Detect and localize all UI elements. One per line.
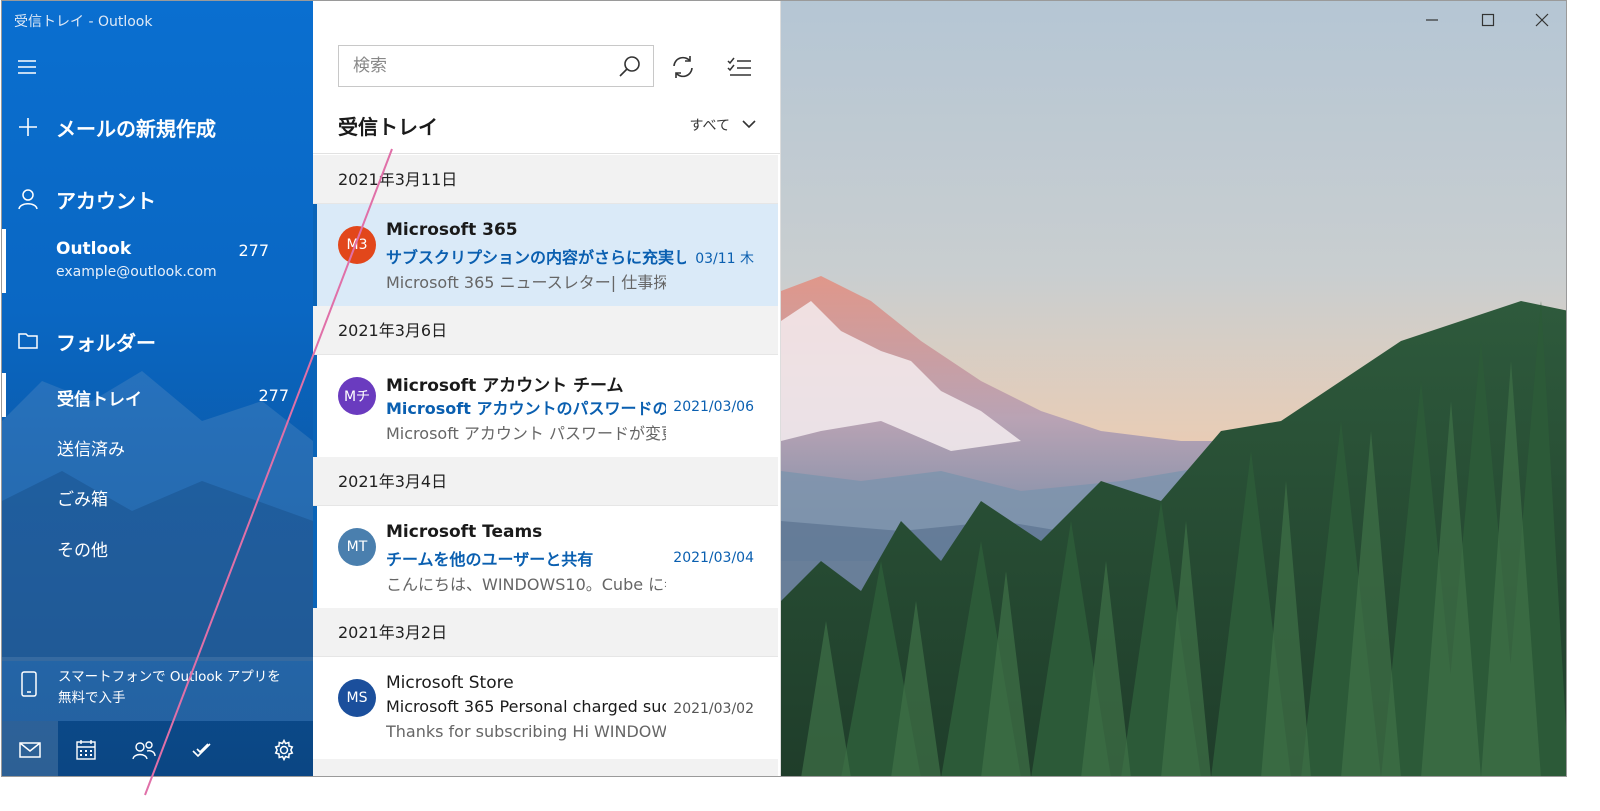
- date-group-header: 2021年3月4日: [313, 457, 778, 505]
- message-item[interactable]: Mチ Microsoft アカウント チーム Microsoft アカウントのパ…: [313, 354, 778, 457]
- folder-icon: [16, 329, 40, 353]
- date-group-header-partial: [313, 759, 778, 776]
- account-email: example@outlook.com: [56, 264, 217, 280]
- person-icon: [16, 187, 40, 211]
- avatar: Mチ: [338, 377, 376, 415]
- sync-icon[interactable]: [667, 51, 699, 83]
- date-group-header: 2021年3月2日: [313, 608, 778, 656]
- message-preview: Microsoft アカウント パスワードが変更さ: [386, 424, 666, 443]
- message-preview: Microsoft 365 ニュースレター| 仕事探しを!: [386, 273, 666, 292]
- date-group-header: 2021年3月11日: [313, 155, 778, 203]
- select-icon[interactable]: [724, 51, 756, 83]
- selection-indicator: [2, 373, 6, 417]
- folder-name: ごみ箱: [57, 490, 108, 510]
- account-unread-count: 277: [238, 241, 269, 260]
- filter-label: すべて: [689, 118, 730, 134]
- message-list-pane: 受信トレイ すべて 2021年3月11日 M3 Microsoft 365 サブ…: [313, 1, 780, 776]
- phone-icon: [20, 671, 38, 701]
- message-date: 2021/03/06: [673, 399, 754, 415]
- filter-dropdown[interactable]: すべて: [690, 115, 756, 135]
- folder-name: 受信トレイ: [57, 390, 142, 410]
- close-icon[interactable]: [1519, 7, 1565, 33]
- new-mail-button[interactable]: メールの新規作成: [2, 109, 313, 145]
- chevron-down-icon: [742, 117, 756, 133]
- message-subject: サブスクリプションの内容がさらに充実しました: [386, 248, 686, 267]
- promo-line-1: スマートフォンで Outlook アプリを: [58, 669, 281, 685]
- search-icon[interactable]: [617, 54, 643, 80]
- avatar: MS: [338, 679, 376, 717]
- plus-icon: [16, 115, 40, 139]
- message-date: 03/11 木: [695, 251, 754, 267]
- message-preview: こんにちは、WINDOWS10。Cube に参: [386, 575, 666, 594]
- todo-icon[interactable]: [174, 721, 230, 776]
- people-icon[interactable]: [116, 721, 172, 776]
- folder-name: その他: [57, 541, 108, 561]
- calendar-icon[interactable]: [58, 721, 114, 776]
- avatar: MT: [338, 528, 376, 566]
- folder-sent[interactable]: 送信済み: [2, 423, 313, 467]
- get-mobile-app-promo[interactable]: スマートフォンで Outlook アプリを 無料で入手: [2, 657, 313, 721]
- accounts-label: アカウント: [56, 188, 156, 213]
- new-mail-label: メールの新規作成: [56, 116, 216, 141]
- promo-line-2: 無料で入手: [58, 690, 126, 706]
- folder-trash[interactable]: ごみ箱: [2, 473, 313, 517]
- unread-indicator: [313, 506, 317, 608]
- folder-inbox[interactable]: 受信トレイ 277: [2, 373, 313, 417]
- message-sender: Microsoft 365: [386, 220, 518, 240]
- folders-heading[interactable]: フォルダー: [2, 323, 313, 359]
- window-title: 受信トレイ - Outlook: [14, 14, 153, 30]
- message-subject: チームを他のユーザーと共有: [386, 550, 594, 569]
- search-input[interactable]: [339, 46, 609, 86]
- promo-text: スマートフォンで Outlook アプリを 無料で入手: [58, 667, 298, 709]
- mail-icon[interactable]: [2, 721, 58, 776]
- message-date: 2021/03/04: [673, 550, 754, 566]
- message-sender: Microsoft Store: [386, 673, 514, 693]
- message-subject: Microsoft アカウントのパスワードの変更: [386, 399, 666, 418]
- search-box: [338, 45, 654, 87]
- message-subject: Microsoft 365 Personal charged successfu…: [386, 697, 666, 716]
- maximize-icon[interactable]: [1465, 7, 1511, 33]
- folders-label: フォルダー: [56, 330, 156, 355]
- message-sender: Microsoft アカウント チーム: [386, 376, 624, 396]
- divider: [313, 153, 780, 154]
- date-group-header: 2021年3月6日: [313, 306, 778, 354]
- hamburger-icon[interactable]: [16, 57, 40, 77]
- settings-icon[interactable]: [256, 721, 312, 776]
- list-title: 受信トレイ: [338, 115, 438, 139]
- message-date: 2021/03/02: [673, 701, 754, 717]
- avatar: M3: [338, 226, 376, 264]
- message-item[interactable]: M3 Microsoft 365 サブスクリプションの内容がさらに充実しました …: [313, 203, 778, 306]
- selection-indicator: [2, 229, 6, 293]
- minimize-icon[interactable]: [1409, 7, 1455, 33]
- folder-count: 277: [258, 386, 289, 405]
- landscape-background: [781, 1, 1566, 776]
- unread-indicator: [313, 355, 317, 457]
- message-item[interactable]: MS Microsoft Store Microsoft 365 Persona…: [313, 656, 778, 759]
- message-preview: Thanks for subscribing Hi WINDOWS10: [386, 722, 666, 741]
- accounts-heading[interactable]: アカウント: [2, 181, 313, 217]
- outlook-window: 受信トレイ - Outlook メールの新規作成 アカウント Outlook 2…: [1, 0, 1567, 777]
- message-item[interactable]: MT Microsoft Teams チームを他のユーザーと共有 2021/03…: [313, 505, 778, 608]
- bottom-nav: [2, 721, 313, 776]
- account-outlook[interactable]: Outlook 277 example@outlook.com: [2, 229, 313, 293]
- folder-other[interactable]: その他: [2, 524, 313, 568]
- account-name: Outlook: [56, 239, 132, 259]
- message-sender: Microsoft Teams: [386, 522, 543, 542]
- folder-name: 送信済み: [57, 440, 125, 460]
- sidebar: 受信トレイ - Outlook メールの新規作成 アカウント Outlook 2…: [2, 1, 313, 776]
- unread-indicator: [313, 204, 317, 306]
- reading-pane: [780, 1, 1566, 776]
